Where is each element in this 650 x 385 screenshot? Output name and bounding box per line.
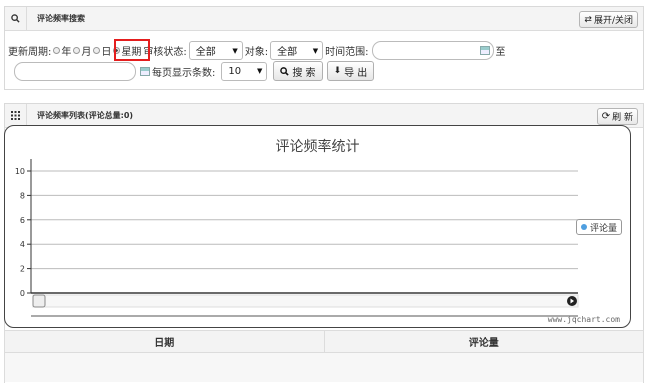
refresh-icon: ⟳ [601,111,611,122]
calendar-icon[interactable] [140,66,150,76]
search-panel-title: 评论频率搜索 [37,14,85,23]
refresh-label: 刷 新 [612,113,633,123]
status-select-value: 全部 [195,47,216,58]
target-select[interactable]: 全部 ▼ [270,41,324,60]
search-button[interactable]: 搜 索 [273,61,323,81]
search-icon [5,7,27,30]
start-date-input[interactable] [371,41,494,60]
y-tick-label: 8 [20,191,25,200]
page-size-label: 每页显示条数: [152,67,216,79]
chart-scrollbar-track[interactable] [32,294,579,308]
chevron-down-icon: ▼ [256,67,263,75]
chart-scroll-left-handle[interactable] [32,294,46,308]
filter-row-2: 每页显示条数: 10 ▼ 搜 索 ⬇ 导 出 [14,61,375,81]
export-button[interactable]: ⬇ 导 出 [326,61,375,81]
expand-collapse-button[interactable]: ⇄ 展开/关闭 [579,11,638,28]
legend-label: 评论量 [589,223,617,234]
chevron-down-icon: ▼ [232,46,238,55]
calendar-icon[interactable] [479,46,490,55]
range-to-label: 至 [495,47,506,58]
data-table: 日期 评论量 [4,330,644,382]
refresh-button[interactable]: ⟳ 刷 新 [596,108,638,125]
column-header-date[interactable]: 日期 [5,331,324,352]
period-label-day: 日 [101,47,112,58]
search-button-label: 搜 索 [292,67,316,79]
page-size-value: 10 [228,65,242,77]
filter-row-1: 更新周期: 年 月 日 星期 审核状态: 全部 ▼ 对象: 全部 ▼ 时间范围: 至 [8,41,506,60]
highlight-box [114,39,150,61]
search-icon [280,66,290,76]
period-radio-year[interactable] [53,47,61,54]
target-select-value: 全部 [277,47,298,58]
target-label: 对象: [244,47,269,58]
download-icon: ⬇ [333,66,342,76]
y-tick-label: 6 [20,216,25,225]
export-button-label: 导 出 [344,67,368,79]
period-label-year: 年 [61,47,72,58]
range-label: 时间范围: [325,47,369,58]
status-select[interactable]: 全部 ▼ [188,41,243,60]
chart-legend[interactable]: 评论量 [575,219,622,235]
grid-icon [5,104,27,127]
period-label-month: 月 [81,47,92,58]
page-size-select[interactable]: 10 ▼ [221,61,268,81]
period-radio-day[interactable] [93,47,101,54]
y-tick-label: 10 [15,167,25,176]
chevron-down-icon: ▼ [312,46,319,55]
y-tick-label: 4 [20,240,25,249]
expand-icon: ⇄ [584,14,592,25]
expand-collapse-label: 展开/关闭 [593,16,633,26]
end-date-input[interactable] [14,61,150,81]
list-panel-title: 评论频率列表(评论总量:0) [37,111,134,120]
y-tick-label: 0 [20,289,25,298]
column-header-count[interactable]: 评论量 [323,331,644,352]
period-label: 更新周期: [8,47,52,58]
table-header-row: 日期 评论量 [5,331,643,353]
table-body [5,353,643,382]
chart-container: 评论频率统计 0 2 4 6 8 10 评论量 www.jqchart.com [4,125,631,328]
chart-svg: 0 2 4 6 8 10 [15,159,579,317]
search-panel-header: 评论频率搜索 ⇄ 展开/关闭 [5,7,643,31]
chart-watermark: www.jqchart.com [547,315,620,324]
legend-dot [580,224,587,230]
y-tick-label: 2 [20,265,25,274]
period-radio-month[interactable] [73,47,81,54]
